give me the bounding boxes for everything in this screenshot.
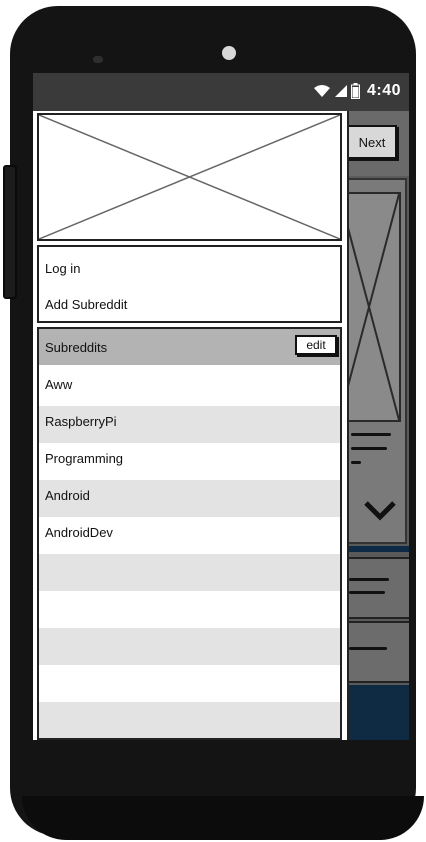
- drawer-header-image: [37, 113, 342, 241]
- wifi-icon: [313, 85, 330, 97]
- empty-list-row: [39, 702, 340, 738]
- scribble-text: [351, 447, 387, 450]
- subreddit-item[interactable]: Programming: [39, 443, 340, 480]
- bottom-bezel: [22, 796, 424, 840]
- subreddit-rows: Aww RaspberryPi Programming Android Andr…: [39, 369, 340, 738]
- add-subreddit-item[interactable]: Add Subreddit: [45, 297, 127, 312]
- subreddit-item[interactable]: Aww: [39, 369, 340, 406]
- screen: 4:40 Next Log in Add Subreddit Subreddit…: [33, 73, 409, 740]
- proximity-sensor: [93, 56, 103, 63]
- subreddit-list: Subreddits edit Aww RaspberryPi Programm…: [37, 327, 342, 740]
- subreddit-item[interactable]: RaspberryPi: [39, 406, 340, 443]
- empty-list-row: [39, 628, 340, 665]
- subreddits-header: Subreddits edit: [39, 329, 340, 365]
- empty-list-row: [39, 591, 340, 628]
- status-time: 4:40: [366, 82, 401, 99]
- scribble-text: [351, 461, 361, 464]
- login-item[interactable]: Log in: [45, 261, 80, 276]
- subreddit-item[interactable]: Android: [39, 480, 340, 517]
- front-camera: [222, 46, 236, 60]
- chevron-down-icon[interactable]: [363, 497, 397, 523]
- side-button[interactable]: [3, 165, 17, 299]
- scribble-text: [351, 433, 391, 436]
- battery-icon: [350, 83, 360, 99]
- empty-list-row: [39, 554, 340, 591]
- status-bar: 4:40: [33, 73, 409, 111]
- scribble-text: [349, 647, 387, 650]
- subreddits-title: Subreddits: [45, 340, 108, 355]
- subreddit-item[interactable]: AndroidDev: [39, 517, 340, 554]
- scribble-text: [349, 591, 385, 594]
- navigation-drawer: Log in Add Subreddit Subreddits edit Aww…: [33, 111, 349, 740]
- account-section: Log in Add Subreddit: [37, 245, 342, 323]
- edit-button[interactable]: edit: [295, 335, 337, 355]
- image-placeholder-icon: [39, 115, 340, 239]
- scribble-text: [349, 578, 389, 581]
- empty-list-row: [39, 665, 340, 702]
- next-button[interactable]: Next: [347, 125, 397, 159]
- signal-icon: [334, 85, 347, 97]
